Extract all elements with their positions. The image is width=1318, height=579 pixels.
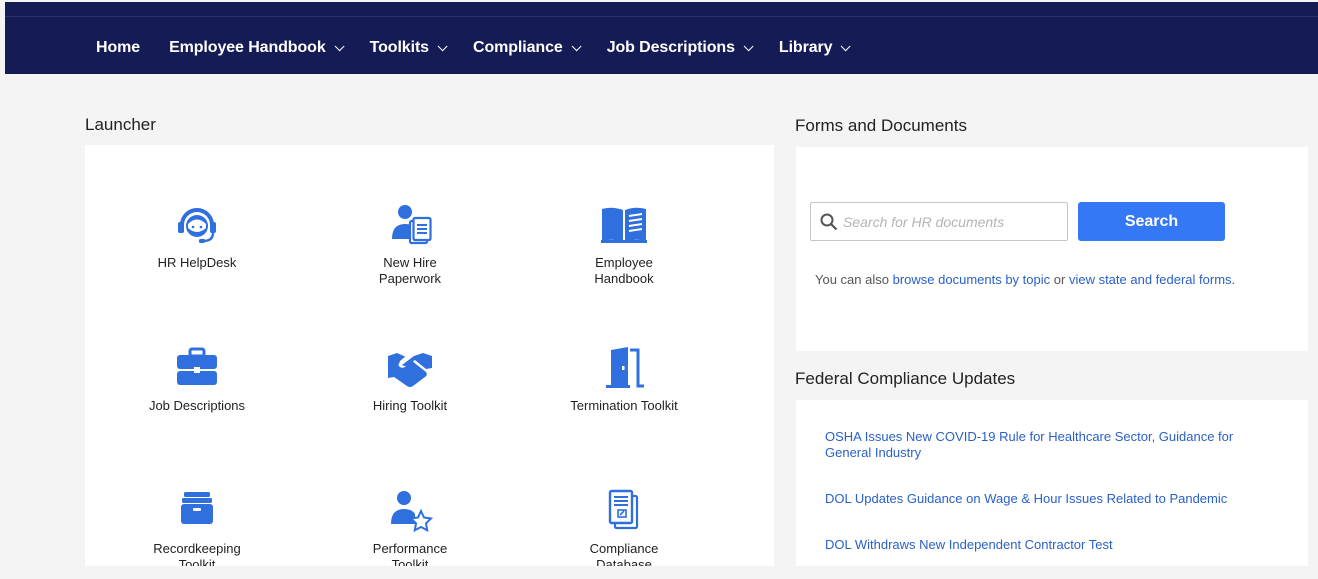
nav-item-library[interactable]: Library (778, 39, 852, 57)
launcher-tile-compliance-database[interactable]: Compliance Database (524, 489, 724, 566)
chevron-down-icon (571, 40, 582, 51)
browse-suffix: . (1231, 272, 1236, 287)
launcher-tile-job-descriptions[interactable]: Job Descriptions (97, 346, 297, 414)
new-hire-icon (392, 205, 432, 245)
nav-item-job-descriptions[interactable]: Job Descriptions (606, 39, 754, 57)
launcher-title: Launcher (85, 115, 156, 134)
federal-update-link[interactable]: DOL Updates Guidance on Wage & Hour Issu… (825, 491, 1275, 507)
user-star-icon (391, 491, 434, 533)
forms-title: Forms and Documents (795, 116, 967, 135)
nav-item-employee-handbook[interactable]: Employee Handbook (169, 39, 345, 57)
nav-divider (5, 16, 1318, 17)
nav-item-toolkits[interactable]: Toolkits (369, 39, 448, 57)
federal-updates-title: Federal Compliance Updates (795, 369, 1016, 388)
browse-prefix: You can also (815, 272, 889, 287)
browse-text: You can also browse documents by topic o… (815, 272, 1235, 287)
chevron-down-icon (743, 40, 754, 51)
federal-update-link[interactable]: DOL Withdraws New Independent Contractor… (825, 537, 1275, 553)
search-input[interactable] (843, 203, 1063, 240)
launcher-panel: HR HelpDesk New Hire Paperwork Employee … (85, 145, 774, 566)
launcher-tile-hiring-toolkit[interactable]: Hiring Toolkit (310, 346, 510, 414)
nav-item-label: Toolkits (369, 39, 429, 56)
state-federal-forms-link[interactable]: view state and federal forms (1069, 272, 1232, 287)
search-box (810, 202, 1068, 241)
search-icon (820, 213, 838, 231)
browse-by-topic-link[interactable]: browse documents by topic (893, 272, 1051, 287)
nav-item-label: Library (778, 39, 833, 56)
nav-item-home[interactable]: Home (96, 39, 140, 57)
chevron-down-icon (841, 40, 852, 51)
forms-panel: Search You can also browse documents by … (796, 147, 1308, 351)
nav-item-label: Job Descriptions (606, 39, 735, 56)
tile-label: Recordkeeping Toolkit (153, 541, 241, 566)
documents-icon (608, 489, 639, 530)
tile-label: Performance Toolkit (372, 541, 448, 566)
chevron-down-icon (437, 40, 448, 51)
file-box-icon (181, 492, 213, 524)
nav-item-label: Compliance (472, 39, 563, 56)
top-navigation-bar: Home Employee Handbook Toolkits Complian… (5, 2, 1318, 74)
handshake-icon (388, 353, 432, 387)
door-icon (606, 347, 644, 388)
launcher-tile-performance-toolkit[interactable]: Performance Toolkit (310, 489, 510, 566)
main-nav: Home Employee Handbook Toolkits Complian… (96, 35, 876, 61)
tile-label: HR HelpDesk (157, 255, 237, 270)
launcher-tile-employee-handbook[interactable]: Employee Handbook (524, 203, 724, 287)
briefcase-icon (177, 347, 217, 385)
tile-label: Hiring Toolkit (372, 398, 448, 413)
tile-label: New Hire Paperwork (378, 255, 442, 286)
launcher-tile-hr-helpdesk[interactable]: HR HelpDesk (97, 203, 297, 271)
federal-update-link[interactable]: OSHA Issues New COVID-19 Rule for Health… (825, 429, 1275, 461)
browse-or: or (1053, 272, 1066, 287)
tile-label: Compliance Database (589, 541, 659, 566)
tile-label: Employee Handbook (594, 255, 654, 286)
nav-item-label: Employee Handbook (169, 39, 326, 56)
chevron-down-icon (334, 40, 345, 51)
book-icon (601, 207, 647, 243)
tile-label: Job Descriptions (148, 398, 246, 413)
federal-updates-panel: OSHA Issues New COVID-19 Rule for Health… (796, 400, 1308, 566)
tile-label: Termination Toolkit (570, 398, 678, 413)
headset-icon (178, 208, 216, 243)
nav-item-compliance[interactable]: Compliance (472, 39, 582, 57)
launcher-tile-recordkeeping-toolkit[interactable]: Recordkeeping Toolkit (97, 489, 297, 566)
nav-item-label: Home (96, 39, 141, 56)
search-button[interactable]: Search (1078, 202, 1225, 241)
launcher-tile-termination-toolkit[interactable]: Termination Toolkit (524, 346, 724, 414)
launcher-tile-new-hire-paperwork[interactable]: New Hire Paperwork (310, 203, 510, 287)
